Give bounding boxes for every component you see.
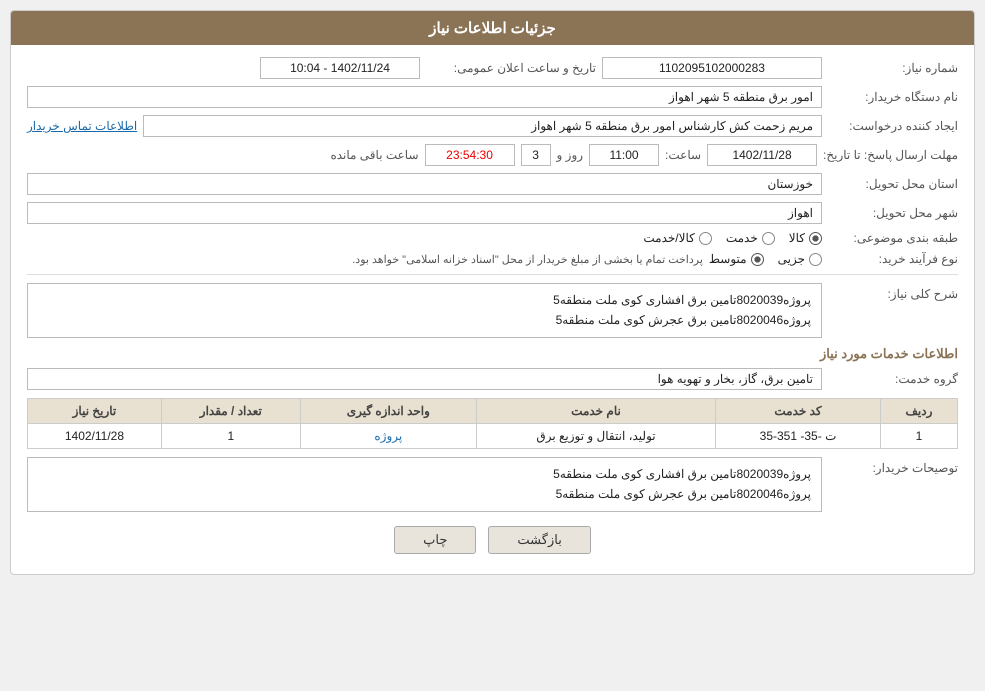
need-description-label: شرح کلی نیاز: <box>828 283 958 301</box>
send-day-value: 3 <box>521 144 551 166</box>
purchase-type-radio-group: جزیی متوسط <box>709 252 822 266</box>
contact-link[interactable]: اطلاعات تماس خریدار <box>27 119 137 133</box>
send-deadline-row: مهلت ارسال پاسخ: تا تاریخ: 1402/11/28 سا… <box>27 144 958 166</box>
city-value: اهواز <box>27 202 822 224</box>
province-row: استان محل تحویل: خوزستان <box>27 173 958 195</box>
purchase-type-radio-1[interactable] <box>809 253 822 266</box>
table-header-unit: واحد اندازه گیری <box>300 398 476 423</box>
purchase-type-radio-2[interactable] <box>751 253 764 266</box>
table-header-row: ردیف کد خدمت نام خدمت واحد اندازه گیری ت… <box>28 398 958 423</box>
services-section-title: اطلاعات خدمات مورد نیاز <box>27 346 958 362</box>
service-group-row: گروه خدمت: تامین برق، گاز، بخار و تهویه … <box>27 368 958 390</box>
buyer-notes-line1: پروژه8020039تامین برق افشاری کوی ملت منط… <box>38 464 811 484</box>
print-button[interactable]: چاپ <box>394 526 476 554</box>
table-cell-service-code: ت -35- 351-35 <box>716 423 881 448</box>
table-header-quantity: تعداد / مقدار <box>161 398 300 423</box>
city-row: شهر محل تحویل: اهواز <box>27 202 958 224</box>
need-description-box: پروژه8020039تامین برق افشاری کوی ملت منط… <box>27 283 822 338</box>
service-group-label: گروه خدمت: <box>828 372 958 386</box>
announcement-datetime-value: 1402/11/24 - 10:04 <box>260 57 420 79</box>
category-option-2[interactable]: خدمت <box>726 231 775 245</box>
table-cell-service-name: تولید، انتقال و توزیع برق <box>476 423 715 448</box>
table-cell-unit: پروژه <box>300 423 476 448</box>
buyer-notes-box: پروژه8020039تامین برق افشاری کوی ملت منط… <box>27 457 822 512</box>
buyer-notes-label: توصیحات خریدار: <box>828 457 958 475</box>
category-radio-1[interactable] <box>809 232 822 245</box>
province-label: استان محل تحویل: <box>828 177 958 191</box>
category-option-label-2: خدمت <box>726 231 758 245</box>
province-value: خوزستان <box>27 173 822 195</box>
need-number-label: شماره نیاز: <box>828 61 958 75</box>
table-cell-date: 1402/11/28 <box>28 423 162 448</box>
back-button[interactable]: بازگشت <box>488 526 590 554</box>
need-description-row: شرح کلی نیاز: پروژه8020039تامین برق افشا… <box>27 283 958 338</box>
buyer-notes-row: توصیحات خریدار: پروژه8020039تامین برق اف… <box>27 457 958 512</box>
buyer-org-row: نام دستگاه خریدار: امور برق منطقه 5 شهر … <box>27 86 958 108</box>
purchase-type-label-1: جزیی <box>778 252 805 266</box>
purchase-type-option-1[interactable]: جزیی <box>778 252 822 266</box>
page-title: جزئیات اطلاعات نیاز <box>429 20 556 37</box>
purchase-type-label: نوع فرآیند خرید: <box>828 252 958 266</box>
category-radio-3[interactable] <box>699 232 712 245</box>
table-header-row-num: ردیف <box>880 398 957 423</box>
buyer-org-value: امور برق منطقه 5 شهر اهواز <box>27 86 822 108</box>
announcement-datetime-label: تاریخ و ساعت اعلان عمومی: <box>426 61 596 75</box>
buyer-notes-line2: پروژه8020046تامین برق عجرش کوی ملت منطقه… <box>38 484 811 504</box>
city-label: شهر محل تحویل: <box>828 206 958 220</box>
remaining-value: 23:54:30 <box>425 144 515 166</box>
table-header-service-name: نام خدمت <box>476 398 715 423</box>
purchase-type-label-2: متوسط <box>709 252 747 266</box>
send-deadline-label: مهلت ارسال پاسخ: تا تاریخ: <box>823 148 958 162</box>
divider-1 <box>27 274 958 275</box>
purchase-type-note: پرداخت تمام یا بخشی از مبلغ خریدار از مح… <box>27 253 703 266</box>
table-cell-quantity: 1 <box>161 423 300 448</box>
services-table: ردیف کد خدمت نام خدمت واحد اندازه گیری ت… <box>27 398 958 449</box>
category-option-1[interactable]: کالا <box>789 231 822 245</box>
category-option-label-3: کالا/خدمت <box>643 231 694 245</box>
service-group-value: تامین برق، گاز، بخار و تهویه هوا <box>27 368 822 390</box>
table-cell-row-num: 1 <box>880 423 957 448</box>
category-option-3[interactable]: کالا/خدمت <box>643 231 711 245</box>
creator-label: ایجاد کننده درخواست: <box>828 119 958 133</box>
table-row: 1 ت -35- 351-35 تولید، انتقال و توزیع بر… <box>28 423 958 448</box>
table-header-date: تاریخ نیاز <box>28 398 162 423</box>
page-wrapper: جزئیات اطلاعات نیاز شماره نیاز: 11020951… <box>0 0 985 691</box>
need-description-line1: پروژه8020039تامین برق افشاری کوی ملت منط… <box>38 290 811 310</box>
page-header: جزئیات اطلاعات نیاز <box>11 11 974 45</box>
creator-row: ایجاد کننده درخواست: مریم زحمت کش کارشنا… <box>27 115 958 137</box>
category-label: طبقه بندی موضوعی: <box>828 231 958 245</box>
category-option-label-1: کالا <box>789 231 805 245</box>
category-row: طبقه بندی موضوعی: کالا خدمت کالا/خدمت <box>27 231 958 245</box>
buttons-row: بازگشت چاپ <box>27 526 958 554</box>
need-number-row: شماره نیاز: 1102095102000283 تاریخ و ساع… <box>27 57 958 79</box>
send-time-label: ساعت: <box>665 148 701 162</box>
send-day-label: روز و <box>557 148 584 162</box>
table-header-service-code: کد خدمت <box>716 398 881 423</box>
purchase-type-option-2[interactable]: متوسط <box>709 252 764 266</box>
buyer-org-label: نام دستگاه خریدار: <box>828 90 958 104</box>
send-time-value: 11:00 <box>589 144 659 166</box>
remaining-label: ساعت باقی مانده <box>330 148 418 162</box>
purchase-type-row: نوع فرآیند خرید: جزیی متوسط پرداخت تمام … <box>27 252 958 266</box>
creator-value: مریم زحمت کش کارشناس امور برق منطقه 5 شه… <box>143 115 822 137</box>
send-date-value: 1402/11/28 <box>707 144 817 166</box>
content-area: شماره نیاز: 1102095102000283 تاریخ و ساع… <box>11 45 974 574</box>
category-radio-2[interactable] <box>762 232 775 245</box>
need-description-line2: پروژه8020046تامین برق عجرش کوی ملت منطقه… <box>38 310 811 330</box>
need-number-value: 1102095102000283 <box>602 57 822 79</box>
main-container: جزئیات اطلاعات نیاز شماره نیاز: 11020951… <box>10 10 975 575</box>
category-radio-group: کالا خدمت کالا/خدمت <box>643 231 822 245</box>
